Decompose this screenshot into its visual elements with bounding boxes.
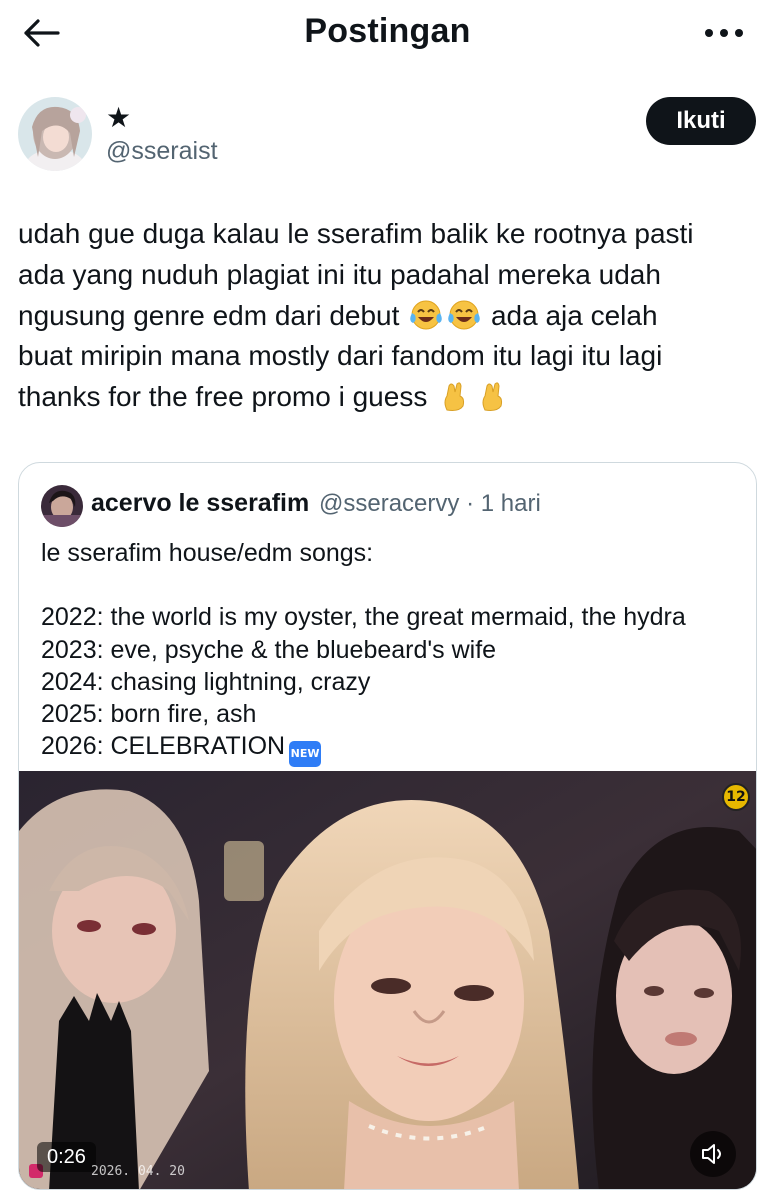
post-line-text: thanks for the free promo i guess <box>18 381 428 413</box>
author-name[interactable]: ★ <box>106 101 131 134</box>
video-thumbnail <box>19 771 756 1189</box>
new-badge-icon: NEW <box>289 741 322 768</box>
avatar[interactable] <box>18 97 92 171</box>
video-player[interactable]: 12 0:26 2026. 04. 20 <box>19 771 756 1189</box>
quoted-author-name[interactable]: acervo le sserafim <box>91 489 309 518</box>
post-text: udah gue duga kalau le sserafim balik ke… <box>18 214 763 418</box>
quoted-line: 2023: eve, psyche & the bluebeard's wife <box>41 635 497 664</box>
pinched-fingers-icon <box>482 382 503 412</box>
quoted-line: 2026: CELEBRATION NEW <box>41 730 751 768</box>
volume-muted-icon <box>702 1144 721 1164</box>
post-line: thanks for the free promo i guess <box>18 377 763 418</box>
quoted-line-text: 2026: CELEBRATION <box>41 732 286 761</box>
more-horizontal-icon <box>705 29 743 37</box>
volume-button[interactable] <box>690 1131 736 1177</box>
quoted-avatar[interactable] <box>41 485 83 527</box>
post-line-text: ada aja celah <box>490 299 658 331</box>
quoted-post-header: acervo le sserafim @sseracervy · 1 hari <box>41 485 741 529</box>
more-options-button[interactable] <box>699 18 749 48</box>
pinched-fingers-icon <box>444 382 465 412</box>
page-title: Postingan <box>304 12 471 50</box>
quoted-line: 2024: chasing lightning, crazy <box>41 667 371 696</box>
post-line: ada yang nuduh plagiat ini itu padahal m… <box>18 258 661 290</box>
quoted-post[interactable]: acervo le sserafim @sseracervy · 1 hari … <box>18 462 757 1190</box>
post-author: ★ @sseraist Ikuti <box>18 97 758 177</box>
age-rating-badge: 12 <box>722 783 750 811</box>
quoted-author-handle[interactable]: @sseracervy <box>319 490 459 517</box>
top-bar: Postingan <box>0 0 775 66</box>
face-with-tears-of-joy-icon <box>448 300 480 330</box>
quoted-author-meta: @sseracervy · 1 hari <box>319 490 541 518</box>
video-date-stamp: 2026. 04. 20 <box>91 1164 185 1179</box>
follow-button[interactable]: Ikuti <box>646 97 756 145</box>
meta-separator: · <box>466 490 475 517</box>
quoted-post-time[interactable]: 1 hari <box>481 490 541 517</box>
post-line: buat miripin mana mostly dari fandom itu… <box>18 340 663 372</box>
quoted-line: 2025: born fire, ash <box>41 699 257 728</box>
face-with-tears-of-joy-icon <box>410 300 442 330</box>
post-line: ngusung genre edm dari debut ada aja cel… <box>18 296 763 337</box>
author-handle[interactable]: @sseraist <box>106 137 218 166</box>
post-line: udah gue duga kalau le sserafim balik ke… <box>18 218 694 249</box>
post-line-text: ngusung genre edm dari debut <box>18 299 400 331</box>
video-duration: 0:26 <box>37 1142 96 1172</box>
quoted-line: 2022: the world is my oyster, the great … <box>41 603 686 632</box>
quoted-line <box>41 569 751 601</box>
quoted-post-text: le sserafim house/edm songs: 2022: the w… <box>41 537 751 768</box>
quoted-line: le sserafim house/edm songs: <box>41 539 374 567</box>
